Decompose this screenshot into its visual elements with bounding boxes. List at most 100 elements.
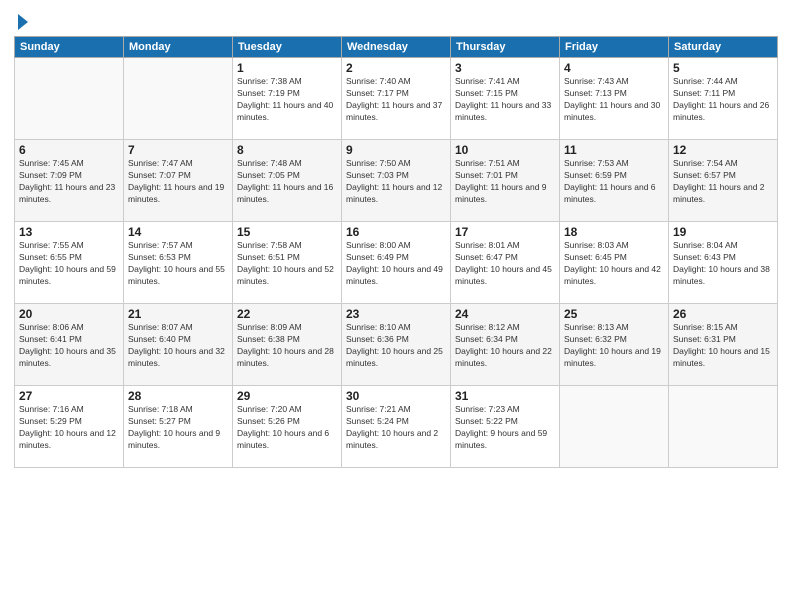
day-number: 11 — [564, 143, 664, 157]
calendar-cell: 17Sunrise: 8:01 AM Sunset: 6:47 PM Dayli… — [451, 222, 560, 304]
calendar-cell: 27Sunrise: 7:16 AM Sunset: 5:29 PM Dayli… — [15, 386, 124, 468]
calendar-cell — [15, 58, 124, 140]
calendar-week-row: 20Sunrise: 8:06 AM Sunset: 6:41 PM Dayli… — [15, 304, 778, 386]
day-info: Sunrise: 7:51 AM Sunset: 7:01 PM Dayligh… — [455, 158, 555, 206]
day-number: 19 — [673, 225, 773, 239]
calendar-cell: 14Sunrise: 7:57 AM Sunset: 6:53 PM Dayli… — [124, 222, 233, 304]
day-info: Sunrise: 7:38 AM Sunset: 7:19 PM Dayligh… — [237, 76, 337, 124]
day-header-wednesday: Wednesday — [342, 37, 451, 58]
day-number: 25 — [564, 307, 664, 321]
day-header-saturday: Saturday — [669, 37, 778, 58]
calendar-cell: 5Sunrise: 7:44 AM Sunset: 7:11 PM Daylig… — [669, 58, 778, 140]
day-number: 21 — [128, 307, 228, 321]
calendar-cell: 21Sunrise: 8:07 AM Sunset: 6:40 PM Dayli… — [124, 304, 233, 386]
calendar-cell: 3Sunrise: 7:41 AM Sunset: 7:15 PM Daylig… — [451, 58, 560, 140]
day-number: 7 — [128, 143, 228, 157]
header — [14, 12, 778, 30]
day-info: Sunrise: 8:06 AM Sunset: 6:41 PM Dayligh… — [19, 322, 119, 370]
calendar-week-row: 27Sunrise: 7:16 AM Sunset: 5:29 PM Dayli… — [15, 386, 778, 468]
day-info: Sunrise: 7:43 AM Sunset: 7:13 PM Dayligh… — [564, 76, 664, 124]
calendar-body: 1Sunrise: 7:38 AM Sunset: 7:19 PM Daylig… — [15, 58, 778, 468]
day-info: Sunrise: 8:13 AM Sunset: 6:32 PM Dayligh… — [564, 322, 664, 370]
calendar-cell: 16Sunrise: 8:00 AM Sunset: 6:49 PM Dayli… — [342, 222, 451, 304]
day-info: Sunrise: 8:03 AM Sunset: 6:45 PM Dayligh… — [564, 240, 664, 288]
calendar-week-row: 13Sunrise: 7:55 AM Sunset: 6:55 PM Dayli… — [15, 222, 778, 304]
calendar-cell: 29Sunrise: 7:20 AM Sunset: 5:26 PM Dayli… — [233, 386, 342, 468]
day-number: 29 — [237, 389, 337, 403]
page: SundayMondayTuesdayWednesdayThursdayFrid… — [0, 0, 792, 612]
calendar-week-row: 6Sunrise: 7:45 AM Sunset: 7:09 PM Daylig… — [15, 140, 778, 222]
calendar-cell: 11Sunrise: 7:53 AM Sunset: 6:59 PM Dayli… — [560, 140, 669, 222]
day-number: 24 — [455, 307, 555, 321]
day-number: 17 — [455, 225, 555, 239]
day-header-sunday: Sunday — [15, 37, 124, 58]
calendar-cell: 10Sunrise: 7:51 AM Sunset: 7:01 PM Dayli… — [451, 140, 560, 222]
day-number: 31 — [455, 389, 555, 403]
calendar-cell: 1Sunrise: 7:38 AM Sunset: 7:19 PM Daylig… — [233, 58, 342, 140]
day-number: 16 — [346, 225, 446, 239]
calendar-cell: 23Sunrise: 8:10 AM Sunset: 6:36 PM Dayli… — [342, 304, 451, 386]
day-number: 22 — [237, 307, 337, 321]
day-info: Sunrise: 7:55 AM Sunset: 6:55 PM Dayligh… — [19, 240, 119, 288]
calendar-cell: 6Sunrise: 7:45 AM Sunset: 7:09 PM Daylig… — [15, 140, 124, 222]
logo-arrow-icon — [18, 14, 28, 30]
calendar-week-row: 1Sunrise: 7:38 AM Sunset: 7:19 PM Daylig… — [15, 58, 778, 140]
calendar-cell: 4Sunrise: 7:43 AM Sunset: 7:13 PM Daylig… — [560, 58, 669, 140]
day-number: 2 — [346, 61, 446, 75]
calendar-cell: 9Sunrise: 7:50 AM Sunset: 7:03 PM Daylig… — [342, 140, 451, 222]
day-number: 15 — [237, 225, 337, 239]
day-info: Sunrise: 7:45 AM Sunset: 7:09 PM Dayligh… — [19, 158, 119, 206]
day-info: Sunrise: 7:48 AM Sunset: 7:05 PM Dayligh… — [237, 158, 337, 206]
day-info: Sunrise: 7:18 AM Sunset: 5:27 PM Dayligh… — [128, 404, 228, 452]
calendar-cell — [124, 58, 233, 140]
day-number: 28 — [128, 389, 228, 403]
calendar-cell: 18Sunrise: 8:03 AM Sunset: 6:45 PM Dayli… — [560, 222, 669, 304]
day-info: Sunrise: 7:58 AM Sunset: 6:51 PM Dayligh… — [237, 240, 337, 288]
day-info: Sunrise: 7:41 AM Sunset: 7:15 PM Dayligh… — [455, 76, 555, 124]
day-info: Sunrise: 8:10 AM Sunset: 6:36 PM Dayligh… — [346, 322, 446, 370]
day-number: 20 — [19, 307, 119, 321]
day-info: Sunrise: 7:20 AM Sunset: 5:26 PM Dayligh… — [237, 404, 337, 452]
calendar-cell: 2Sunrise: 7:40 AM Sunset: 7:17 PM Daylig… — [342, 58, 451, 140]
day-info: Sunrise: 8:12 AM Sunset: 6:34 PM Dayligh… — [455, 322, 555, 370]
day-number: 4 — [564, 61, 664, 75]
calendar-header-row: SundayMondayTuesdayWednesdayThursdayFrid… — [15, 37, 778, 58]
day-number: 26 — [673, 307, 773, 321]
day-number: 1 — [237, 61, 337, 75]
day-info: Sunrise: 7:50 AM Sunset: 7:03 PM Dayligh… — [346, 158, 446, 206]
day-header-monday: Monday — [124, 37, 233, 58]
day-info: Sunrise: 7:44 AM Sunset: 7:11 PM Dayligh… — [673, 76, 773, 124]
calendar-cell: 30Sunrise: 7:21 AM Sunset: 5:24 PM Dayli… — [342, 386, 451, 468]
calendar-cell: 8Sunrise: 7:48 AM Sunset: 7:05 PM Daylig… — [233, 140, 342, 222]
day-info: Sunrise: 8:01 AM Sunset: 6:47 PM Dayligh… — [455, 240, 555, 288]
day-number: 9 — [346, 143, 446, 157]
day-info: Sunrise: 8:15 AM Sunset: 6:31 PM Dayligh… — [673, 322, 773, 370]
day-number: 30 — [346, 389, 446, 403]
day-header-friday: Friday — [560, 37, 669, 58]
calendar-cell: 12Sunrise: 7:54 AM Sunset: 6:57 PM Dayli… — [669, 140, 778, 222]
calendar-cell: 13Sunrise: 7:55 AM Sunset: 6:55 PM Dayli… — [15, 222, 124, 304]
day-info: Sunrise: 7:54 AM Sunset: 6:57 PM Dayligh… — [673, 158, 773, 206]
day-info: Sunrise: 7:23 AM Sunset: 5:22 PM Dayligh… — [455, 404, 555, 452]
day-number: 18 — [564, 225, 664, 239]
day-header-tuesday: Tuesday — [233, 37, 342, 58]
day-info: Sunrise: 8:04 AM Sunset: 6:43 PM Dayligh… — [673, 240, 773, 288]
calendar-cell: 25Sunrise: 8:13 AM Sunset: 6:32 PM Dayli… — [560, 304, 669, 386]
day-number: 5 — [673, 61, 773, 75]
day-header-thursday: Thursday — [451, 37, 560, 58]
day-number: 14 — [128, 225, 228, 239]
day-number: 12 — [673, 143, 773, 157]
calendar-cell: 20Sunrise: 8:06 AM Sunset: 6:41 PM Dayli… — [15, 304, 124, 386]
day-info: Sunrise: 7:40 AM Sunset: 7:17 PM Dayligh… — [346, 76, 446, 124]
calendar-cell — [669, 386, 778, 468]
day-number: 27 — [19, 389, 119, 403]
calendar-cell: 31Sunrise: 7:23 AM Sunset: 5:22 PM Dayli… — [451, 386, 560, 468]
day-number: 3 — [455, 61, 555, 75]
calendar-cell: 24Sunrise: 8:12 AM Sunset: 6:34 PM Dayli… — [451, 304, 560, 386]
calendar-cell: 26Sunrise: 8:15 AM Sunset: 6:31 PM Dayli… — [669, 304, 778, 386]
day-info: Sunrise: 7:16 AM Sunset: 5:29 PM Dayligh… — [19, 404, 119, 452]
logo — [14, 12, 28, 30]
day-info: Sunrise: 8:07 AM Sunset: 6:40 PM Dayligh… — [128, 322, 228, 370]
calendar-cell: 19Sunrise: 8:04 AM Sunset: 6:43 PM Dayli… — [669, 222, 778, 304]
day-info: Sunrise: 8:09 AM Sunset: 6:38 PM Dayligh… — [237, 322, 337, 370]
